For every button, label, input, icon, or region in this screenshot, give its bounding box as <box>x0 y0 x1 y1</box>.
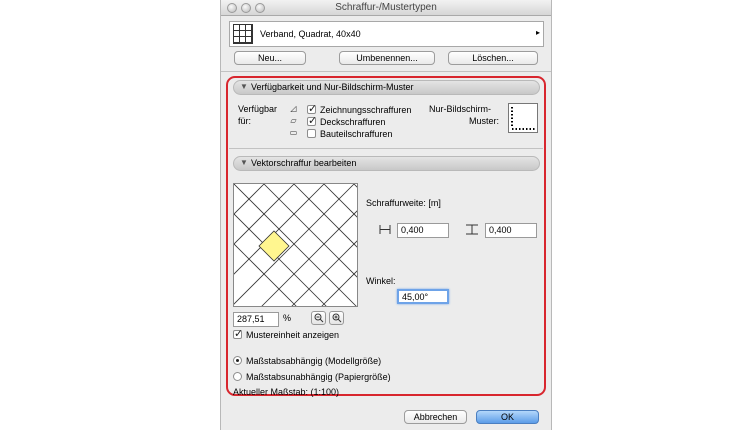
screen-only-pattern-swatch[interactable] <box>508 103 538 133</box>
check-icon: ✓ <box>308 115 318 127</box>
hatch-types-dialog: Schraffur-/Mustertypen Verband, Quadrat,… <box>220 0 552 430</box>
section-divider <box>229 148 543 149</box>
vector-hatch-section-header[interactable]: ▼ Vektorschraffur bearbeiten <box>233 156 540 171</box>
hatch-preview-drawing <box>234 184 357 306</box>
disclosure-triangle-icon: ▼ <box>240 158 248 167</box>
check-icon: ✓ <box>234 328 244 340</box>
pattern-unit-cell <box>258 230 290 262</box>
availability-section-title: Verfügbarkeit und Nur-Bildschirm-Muster <box>251 82 414 92</box>
vertical-spacing-icon <box>466 224 478 235</box>
available-for-label-2: für: <box>238 116 252 126</box>
title-bar: Schraffur-/Mustertypen <box>221 0 551 16</box>
drafting-fill-label: Zeichnungsschraffuren <box>320 105 412 115</box>
cover-fill-icon: ▱ <box>290 116 297 125</box>
scale-dependent-label: Maßstabsabhängig (Modellgröße) <box>246 356 382 366</box>
show-pattern-unit-label: Mustereinheit anzeigen <box>246 330 340 340</box>
spacing-label: Schraffurweite: [m] <box>366 198 441 208</box>
delete-button[interactable]: Löschen... <box>448 51 538 65</box>
rename-button[interactable]: Umbenennen... <box>339 51 435 65</box>
divider <box>221 71 551 72</box>
screen-only-pattern-label-2: Muster: <box>469 116 500 126</box>
disclosure-triangle-icon: ▼ <box>240 82 248 91</box>
pattern-thumbnail-icon <box>233 24 253 44</box>
cover-fill-checkbox[interactable]: ✓ <box>307 115 318 127</box>
new-button[interactable]: Neu... <box>234 51 306 65</box>
chevron-right-icon: ▸ <box>535 28 540 37</box>
pattern-selector[interactable]: Verband, Quadrat, 40x40 ▸ <box>229 21 544 47</box>
current-scale-label: Aktueller Maßstab: (1:100) <box>233 387 340 397</box>
zoom-out-button[interactable] <box>311 311 326 325</box>
drafting-fill-icon: ◿ <box>290 104 297 113</box>
show-pattern-unit-checkbox[interactable]: ✓ <box>233 328 244 340</box>
hatch-preview[interactable] <box>233 183 358 307</box>
scale-independent-radio[interactable] <box>233 372 242 381</box>
available-for-label: Verfügbar <box>238 104 278 114</box>
zoom-unit: % <box>283 313 292 323</box>
zoom-in-icon <box>332 313 342 323</box>
angle-field[interactable]: 45,00° <box>397 289 449 304</box>
drafting-fill-checkbox[interactable]: ✓ <box>307 103 317 115</box>
zoom-field[interactable]: 287,51 <box>233 312 279 327</box>
cut-fill-label: Bauteilschraffuren <box>320 129 393 139</box>
scale-independent-label: Maßstabsunabhängig (Papiergröße) <box>246 372 391 382</box>
zoom-in-button[interactable] <box>329 311 344 325</box>
screen-only-pattern-label: Nur-Bildschirm- <box>429 104 492 114</box>
vector-hatch-section-title: Vektorschraffur bearbeiten <box>251 158 357 168</box>
window-title: Schraffur-/Mustertypen <box>335 2 437 13</box>
zoom-out-icon <box>314 313 324 323</box>
cut-fill-icon: ▭ <box>289 128 298 137</box>
angle-label: Winkel: <box>366 276 396 286</box>
pattern-name: Verband, Quadrat, 40x40 <box>260 29 361 39</box>
scale-dependent-radio[interactable] <box>233 356 242 365</box>
horizontal-spacing-field[interactable]: 0,400 <box>397 223 449 238</box>
cut-fill-checkbox[interactable] <box>307 129 316 138</box>
ok-button[interactable]: OK <box>476 410 539 424</box>
availability-section-header[interactable]: ▼ Verfügbarkeit und Nur-Bildschirm-Muste… <box>233 80 540 95</box>
cancel-button[interactable]: Abbrechen <box>404 410 467 424</box>
cover-fill-label: Deckschraffuren <box>320 117 386 127</box>
vertical-spacing-field[interactable]: 0,400 <box>485 223 537 238</box>
dotted-pattern-icon <box>511 107 535 130</box>
horizontal-spacing-icon <box>379 225 391 234</box>
